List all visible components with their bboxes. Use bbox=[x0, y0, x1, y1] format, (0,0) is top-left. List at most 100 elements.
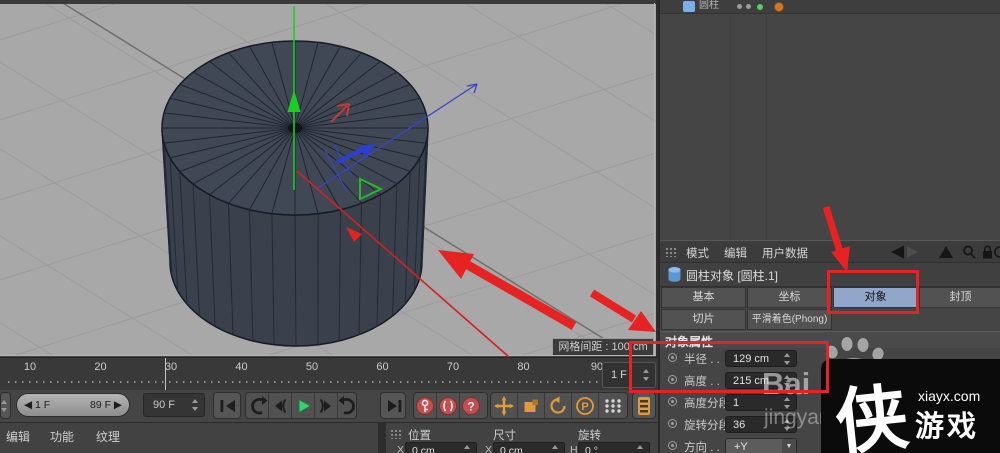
up-arrow-icon bbox=[939, 246, 953, 258]
scale-icon bbox=[524, 399, 538, 412]
key-position-toggle[interactable] bbox=[491, 393, 518, 418]
radius-label: 半径 . . bbox=[684, 354, 720, 366]
current-frame-field[interactable]: 1 F bbox=[602, 362, 656, 388]
key-rotation-toggle[interactable] bbox=[545, 393, 572, 418]
timeline-ruler[interactable]: 10 20 30 40 50 60 70 80 90 1 F bbox=[0, 357, 658, 391]
total-frames-field[interactable]: 90 F bbox=[143, 393, 205, 417]
object-title: 圆柱对象 [圆柱.1] bbox=[686, 269, 779, 283]
mini-stepper[interactable] bbox=[0, 392, 11, 419]
c4d-window: 网格间距 : 100 cm 10 20 30 40 50 60 70 80 90 1 F ◀ 1… bbox=[0, 0, 1000, 453]
play-backwards-button[interactable] bbox=[269, 393, 292, 418]
record-group: ? bbox=[413, 392, 488, 419]
ruler-tick-label: 10 bbox=[23, 361, 37, 373]
back-arrow-icon bbox=[891, 245, 904, 259]
ruler-tick-label: 60 bbox=[376, 361, 389, 373]
lock-icon bbox=[983, 245, 992, 259]
animation-dot-icon[interactable] bbox=[668, 375, 677, 384]
record-options-button[interactable]: ? bbox=[460, 393, 482, 418]
tab-object[interactable]: 对象 bbox=[833, 287, 918, 308]
visibility-dot-icon[interactable] bbox=[737, 4, 742, 9]
radius-input[interactable]: 129 cm bbox=[725, 350, 797, 367]
menu-edit[interactable]: 编辑 bbox=[6, 428, 30, 445]
stepper-icon[interactable] bbox=[551, 445, 560, 453]
tab-basic[interactable]: 基本 bbox=[661, 287, 746, 308]
question-icon: ? bbox=[462, 396, 480, 415]
menu-function[interactable]: 功能 bbox=[50, 428, 74, 445]
cylinder-icon bbox=[668, 267, 681, 282]
orientation-label: 方向 . . bbox=[684, 442, 720, 453]
size-x-field[interactable]: 0 cm bbox=[493, 442, 565, 453]
animation-toolbar: ◀ 1 F 89 F ▶ 90 F ? P bbox=[0, 390, 658, 422]
keying-toggle-group: P bbox=[490, 392, 628, 419]
goto-start-button[interactable] bbox=[213, 392, 241, 419]
column-divider bbox=[766, 13, 767, 240]
ruler-tick-label: 70 bbox=[446, 361, 460, 373]
ruler-tick-label: 80 bbox=[517, 361, 530, 373]
height-segments-label: 高度分段 bbox=[684, 398, 730, 410]
play-button[interactable] bbox=[292, 393, 315, 418]
key-parameter-toggle[interactable]: P bbox=[572, 393, 599, 418]
object-item-label[interactable]: 圆柱 bbox=[699, 0, 719, 11]
tab-phong[interactable]: 平滑着色(Phong) bbox=[747, 309, 832, 330]
range-start: ◀ 1 F bbox=[24, 399, 51, 411]
key-pla-toggle[interactable] bbox=[599, 393, 627, 418]
visibility-dot-icon[interactable] bbox=[746, 4, 751, 9]
rotation-header: 旋转 bbox=[578, 430, 601, 442]
panel-grip-icon[interactable] bbox=[665, 247, 678, 257]
tab-coord[interactable]: 坐标 bbox=[747, 287, 832, 308]
coordinate-manager: 位置 尺寸 旋转 X 0 cm X 0 cm H 0 ° bbox=[386, 422, 658, 453]
pla-dots-icon bbox=[605, 398, 621, 413]
goto-end-button[interactable] bbox=[380, 392, 406, 419]
stepper-icon[interactable] bbox=[191, 399, 200, 411]
menu-edit[interactable]: 编辑 bbox=[724, 245, 747, 261]
tab-slice[interactable]: 切片 bbox=[661, 309, 746, 330]
axis-label: X bbox=[485, 444, 493, 453]
object-title-row: 圆柱对象 [圆柱.1] bbox=[660, 263, 1000, 287]
height-label: 高度 . . bbox=[684, 376, 720, 388]
ruler-tick-label: 40 bbox=[235, 361, 248, 373]
tab-caps[interactable]: 封顶 bbox=[919, 287, 1000, 308]
rotation-h-field[interactable]: 0 ° bbox=[578, 442, 650, 453]
keyframe-selection-button[interactable] bbox=[632, 392, 656, 419]
layer-dot-icon[interactable] bbox=[774, 2, 784, 12]
column-divider bbox=[730, 13, 731, 240]
animation-dot-icon[interactable] bbox=[668, 397, 677, 406]
viewport[interactable]: 网格间距 : 100 cm bbox=[0, 0, 656, 356]
stepper-icon[interactable] bbox=[636, 445, 645, 453]
current-frame-value: 1 F bbox=[611, 369, 627, 381]
stepper-icon[interactable] bbox=[783, 352, 792, 365]
history-nav-icons[interactable] bbox=[886, 244, 1000, 260]
animation-dot-icon[interactable] bbox=[668, 353, 677, 362]
ruler-tick-label: 20 bbox=[94, 361, 107, 373]
chevron-down-icon: ▼ bbox=[782, 439, 796, 453]
menu-texture[interactable]: 纹理 bbox=[96, 428, 120, 445]
attribute-manager-menu: 模式 编辑 用户数据 bbox=[660, 240, 1000, 263]
enable-dot-icon[interactable] bbox=[757, 4, 763, 10]
next-key-button[interactable] bbox=[338, 393, 360, 418]
stepper-icon[interactable] bbox=[642, 369, 651, 381]
position-header: 位置 bbox=[408, 430, 431, 442]
play-forwards-button[interactable] bbox=[315, 393, 338, 418]
axis-label: H bbox=[570, 444, 578, 453]
preview-range-slider[interactable]: ◀ 1 F 89 F ▶ bbox=[16, 393, 130, 417]
stepper-icon[interactable] bbox=[463, 445, 472, 453]
xiayx-site-url: xiayx.com bbox=[918, 388, 981, 404]
search-icon bbox=[963, 245, 976, 259]
position-x-field[interactable]: 0 cm bbox=[405, 442, 477, 453]
panel-grip-icon[interactable] bbox=[390, 429, 403, 439]
keyframe-list-icon bbox=[638, 396, 650, 415]
record-keyframe-button[interactable] bbox=[414, 393, 437, 418]
previous-key-icon bbox=[251, 395, 268, 414]
key-scale-toggle[interactable] bbox=[518, 393, 545, 418]
animation-dot-icon[interactable] bbox=[668, 419, 677, 428]
menu-mode[interactable]: 模式 bbox=[686, 245, 709, 261]
autokeying-button[interactable] bbox=[437, 393, 460, 418]
animation-dot-icon[interactable] bbox=[668, 441, 677, 450]
play-backwards-icon bbox=[275, 398, 287, 413]
previous-key-button[interactable] bbox=[246, 393, 269, 418]
range-end: 89 F ▶ bbox=[89, 399, 122, 411]
menu-user-data[interactable]: 用户数据 bbox=[762, 245, 808, 261]
frame-tick-dots bbox=[8, 381, 598, 383]
section-title: 对象属性 bbox=[665, 335, 714, 349]
orientation-dropdown[interactable]: +Y ▼ bbox=[725, 438, 797, 453]
